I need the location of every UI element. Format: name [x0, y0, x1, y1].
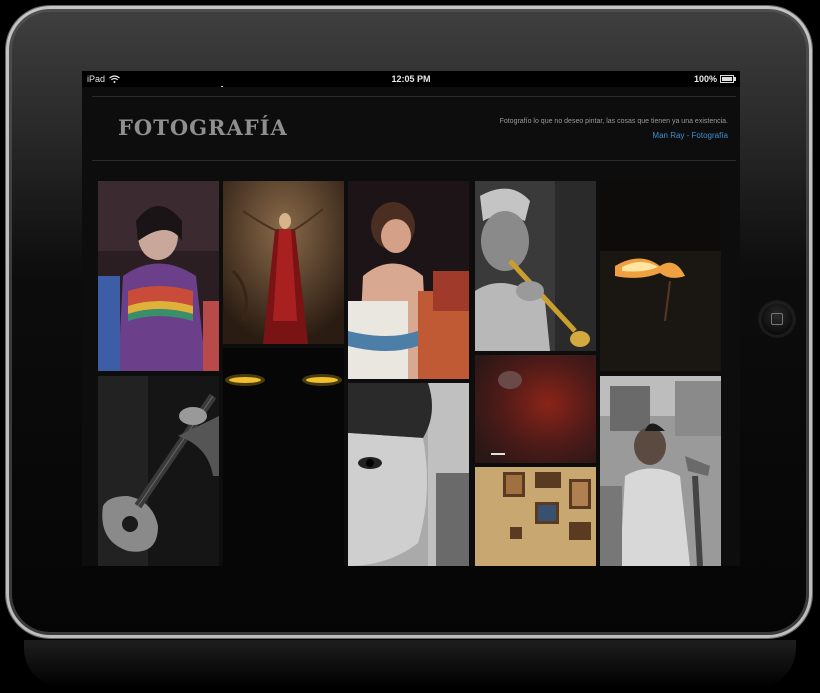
photo-trumpet	[475, 181, 596, 351]
photo-texture	[475, 355, 596, 463]
home-square-icon	[771, 313, 783, 325]
gallery-photo[interactable]	[348, 181, 469, 379]
photo-frames	[475, 467, 596, 566]
photo-lamps	[223, 348, 344, 566]
photo-portrait-girl	[98, 181, 219, 371]
gallery-photo[interactable]	[475, 355, 596, 463]
ipad-reflection	[24, 640, 796, 688]
photo-dancer	[348, 181, 469, 379]
photo-fire	[600, 181, 721, 371]
web-page: FOTOGRAFÍA Fotografío lo que no deseo pi…	[82, 87, 740, 566]
gallery-photo[interactable]	[475, 181, 596, 351]
photo-child	[348, 383, 469, 566]
screen: iPad 12:05 PM 100% FOTOGRAFÍA Fotografío…	[82, 71, 740, 566]
photo-art-figure	[223, 181, 344, 344]
gallery-photo[interactable]	[600, 181, 721, 371]
gallery-photo[interactable]	[223, 348, 344, 566]
gallery-photo[interactable]	[98, 376, 219, 566]
photo-gallery	[82, 87, 740, 566]
photo-street	[600, 376, 721, 566]
battery-percent: 100%	[693, 74, 717, 84]
battery-icon	[720, 75, 736, 83]
status-bar: iPad 12:05 PM 100%	[82, 71, 740, 87]
gallery-photo[interactable]	[600, 376, 721, 566]
gallery-photo[interactable]	[348, 383, 469, 566]
status-right: 100%	[693, 74, 736, 84]
status-time: 12:05 PM	[391, 74, 431, 84]
home-button[interactable]	[760, 302, 794, 336]
gallery-photo[interactable]	[98, 181, 219, 371]
photo-guitar	[98, 376, 219, 566]
battery-fill	[722, 77, 732, 81]
gallery-photo[interactable]	[223, 181, 344, 344]
gallery-photo[interactable]	[475, 467, 596, 566]
